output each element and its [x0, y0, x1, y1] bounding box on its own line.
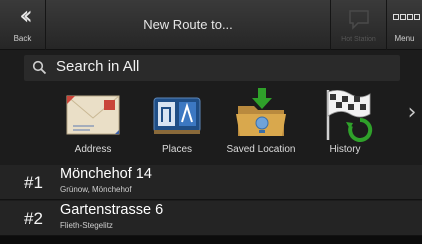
list-item-name: Mönchehof 14	[60, 166, 152, 182]
category-address-label: Address	[74, 144, 112, 155]
list-item-index: #2	[24, 209, 43, 228]
bottom-edge	[0, 236, 422, 244]
back-button[interactable]: ‹‹ Back	[0, 0, 46, 50]
list-item[interactable]: #1 Mönchehof 14 Grünow, Mönchehof	[0, 165, 422, 200]
folder-download-icon	[236, 88, 286, 136]
speech-bubble-icon	[349, 10, 369, 30]
back-label: Back	[13, 34, 32, 43]
list-item-number: 2	[33, 209, 43, 228]
category-saved-location[interactable]: Saved Location	[222, 84, 300, 162]
list-item-number: 1	[33, 173, 43, 192]
search-placeholder: Search in All	[56, 58, 140, 75]
page-title: New Route to...	[143, 17, 233, 32]
list-item-name: Gartenstrasse 6	[60, 202, 164, 218]
list-item-index: #1	[24, 173, 43, 192]
category-address[interactable]: Address	[54, 84, 132, 162]
top-bar: ‹‹ Back New Route to... Hot Station Menu	[0, 0, 422, 50]
hot-station-button[interactable]: Hot Station	[330, 0, 386, 50]
category-saved-location-label: Saved Location	[226, 144, 296, 155]
hot-station-label: Hot Station	[341, 36, 376, 43]
grid-icon	[393, 14, 422, 24]
list-item-detail: Grünow, Mönchehof	[60, 185, 132, 194]
checkered-flag-icon	[326, 90, 373, 142]
search-icon	[32, 60, 47, 75]
places-icon	[153, 97, 201, 134]
double-chevron-left-icon: ‹‹	[19, 1, 33, 31]
envelope-icon	[66, 95, 120, 135]
chevron-right-icon[interactable]: ›	[403, 100, 421, 130]
category-places[interactable]: Places	[138, 84, 216, 162]
list-item-detail: Flieth-Stegelitz	[60, 221, 113, 230]
search-input[interactable]: Search in All	[24, 55, 400, 81]
category-history-label: History	[329, 144, 361, 155]
category-places-label: Places	[161, 144, 192, 155]
category-history[interactable]: History	[306, 84, 384, 162]
list-item[interactable]: #2 Gartenstrasse 6 Flieth-Stegelitz	[0, 201, 422, 236]
menu-label: Menu	[394, 34, 415, 43]
menu-button[interactable]: Menu	[386, 0, 422, 50]
category-bar: Address Places Saved Location History ›	[0, 84, 422, 164]
